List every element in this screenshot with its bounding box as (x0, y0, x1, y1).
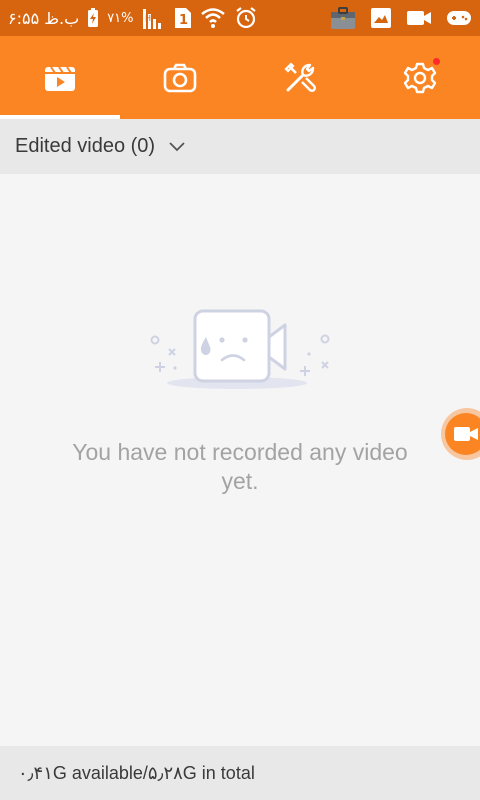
floating-record-button[interactable] (441, 408, 480, 460)
status-left: ب.ظ ۶:۵۵ ۷۱% H 1 (8, 6, 258, 30)
svg-text:H: H (145, 14, 151, 23)
video-filter-dropdown[interactable]: Edited video (0) (0, 119, 480, 174)
game-icon (446, 8, 472, 28)
sim-icon: 1 (174, 7, 192, 29)
battery-percent: ۷۱% (107, 10, 134, 26)
status-right (330, 6, 472, 30)
tab-videos[interactable] (0, 36, 120, 119)
storage-footer: ۰٫۴۱G available/۵٫۲۸G in total (0, 746, 480, 800)
camera-icon (163, 63, 197, 93)
alarm-icon (234, 6, 258, 30)
charging-icon (87, 8, 99, 28)
status-bar: ب.ظ ۶:۵۵ ۷۱% H 1 (0, 0, 480, 36)
tab-screenshots[interactable] (120, 36, 240, 119)
chevron-down-icon (169, 141, 185, 152)
filter-label: Edited video (0) (15, 135, 156, 157)
top-nav (0, 36, 480, 119)
video-icon (406, 8, 432, 28)
notification-dot (433, 58, 440, 65)
briefcase-icon (330, 6, 356, 30)
storage-info: ۰٫۴۱G available/۵٫۲۸G in total (18, 762, 255, 783)
gallery-icon (370, 7, 392, 29)
tools-icon (283, 61, 317, 95)
record-video-icon (453, 425, 479, 443)
video-library-icon (43, 63, 77, 93)
gear-icon (403, 61, 437, 95)
signal-icon: H (142, 7, 166, 29)
tab-settings[interactable] (360, 36, 480, 119)
status-time: ب.ظ ۶:۵۵ (8, 8, 80, 28)
sim-label: 1 (179, 13, 188, 28)
empty-state-message: You have not recorded any video yet. (72, 439, 408, 494)
floating-record-inner (445, 413, 480, 455)
sad-camera-illustration (145, 305, 340, 395)
wifi-icon (200, 7, 226, 29)
tab-tools[interactable] (240, 36, 360, 119)
